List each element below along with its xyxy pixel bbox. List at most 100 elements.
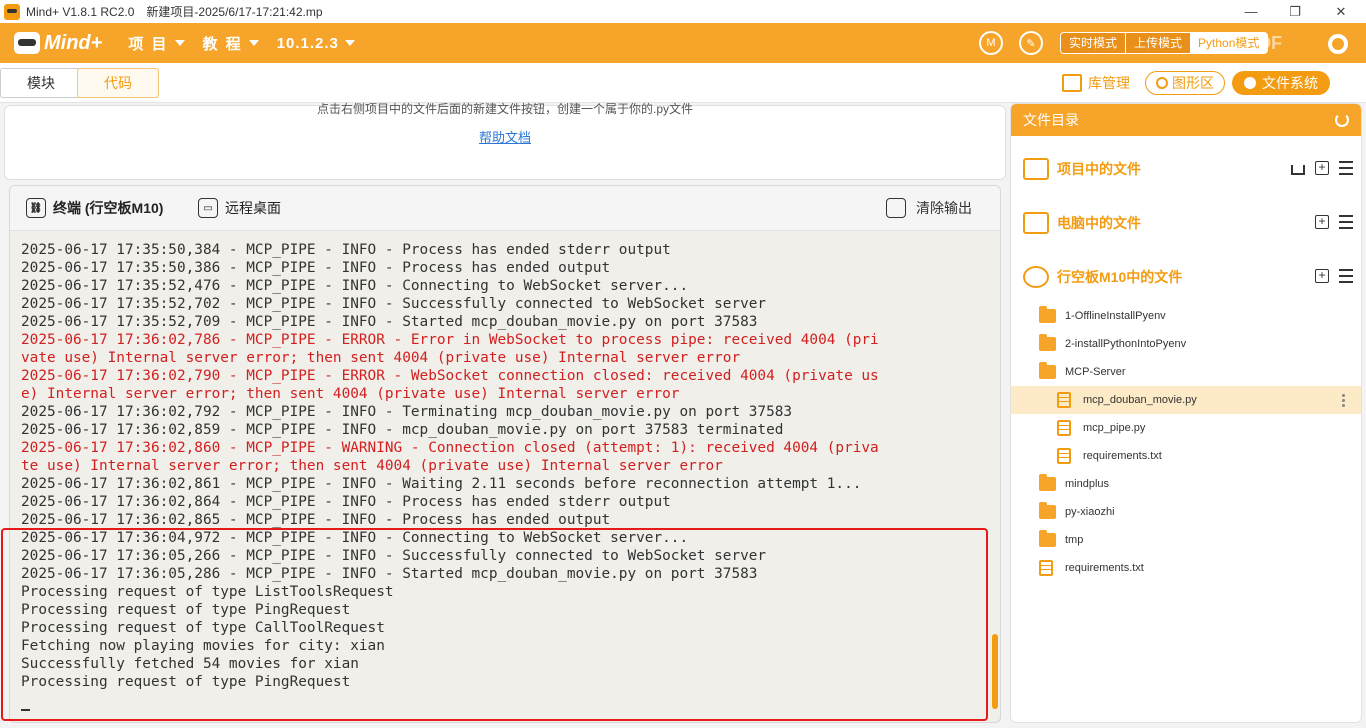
terminal-line: 2025-06-17 17:35:52,709 - MCP_PIPE - INF… — [21, 314, 758, 330]
tree-item[interactable]: mcp_pipe.py — [1011, 414, 1361, 442]
gear-icon[interactable] — [1328, 34, 1348, 54]
scrollbar-thumb[interactable] — [992, 634, 998, 709]
tree-item[interactable]: 1-OfflineInstallPyenv — [1011, 302, 1361, 330]
upload-icon[interactable] — [1291, 165, 1305, 175]
board-icon[interactable]: M — [979, 31, 1003, 55]
tree-item[interactable]: tmp — [1011, 526, 1361, 554]
menu-icon[interactable] — [1339, 215, 1353, 229]
menu-project[interactable]: 项 目 — [128, 33, 185, 54]
terminal-line: 2025-06-17 17:36:05,266 - MCP_PIPE - INF… — [21, 548, 767, 564]
new-file-icon[interactable]: + — [1315, 215, 1329, 229]
terminal-line: Processing request of type CallToolReque… — [21, 620, 385, 636]
section-board-files[interactable]: 行空板M10中的文件 + — [1011, 257, 1361, 297]
section-project-files[interactable]: 项目中的文件 + — [1011, 149, 1361, 189]
folder-icon — [1039, 334, 1056, 351]
tree-item-label: 2-installPythonIntoPyenv — [1065, 338, 1187, 350]
view-bar: 模块 代码 库管理 图形区 文件系统 — [0, 63, 1366, 103]
terminal-panel: ⛓ 终端 (行空板M10) ▭ 远程桌面 清除输出 2025-06-17 17:… — [9, 185, 1001, 723]
tree-item[interactable]: mindplus — [1011, 470, 1361, 498]
chevron-down-icon — [174, 40, 185, 46]
realtime-mode-button[interactable]: 实时模式 — [1061, 33, 1126, 53]
monitor-icon — [1023, 212, 1049, 234]
terminal-line: te use) Internal server error; then sent… — [21, 458, 723, 474]
file-icon — [1039, 560, 1053, 576]
terminal-line: 2025-06-17 17:36:02,790 - MCP_PIPE - ERR… — [21, 368, 879, 384]
terminal-line: 2025-06-17 17:36:05,286 - MCP_PIPE - INF… — [21, 566, 758, 582]
terminal-line: 2025-06-17 17:35:52,702 - MCP_PIPE - INF… — [21, 296, 767, 312]
list-icon — [1023, 158, 1049, 180]
tab-terminal[interactable]: ⛓ 终端 (行空板M10) — [26, 198, 163, 218]
tree-item-label: mindplus — [1065, 478, 1110, 490]
terminal-line: 2025-06-17 17:35:52,476 - MCP_PIPE - INF… — [21, 278, 689, 294]
edit-icon[interactable]: ✎ — [1019, 31, 1043, 55]
check-icon — [1244, 77, 1256, 89]
file-system-label: 文件系统 — [1262, 75, 1318, 91]
file-system-button[interactable]: 文件系统 — [1232, 71, 1330, 95]
tab-remote-desktop[interactable]: ▭ 远程桌面 — [198, 198, 281, 218]
library-button[interactable]: 库管理 — [1062, 71, 1130, 95]
section-computer-files[interactable]: 电脑中的文件 + — [1011, 203, 1361, 243]
terminal-line: Processing request of type PingRequest — [21, 674, 351, 690]
file-directory-panel: 文件目录 项目中的文件 + 电脑中的文件 + 行空板M10中的文件 + 1-Of… — [1010, 103, 1362, 723]
upload-mode-button[interactable]: 上传模式 — [1125, 33, 1191, 53]
code-editor[interactable]: 点击右侧项目中的文件后面的新建文件按钮，创建一个属于你的.py文件 帮助文档 — [4, 102, 1006, 180]
terminal-line: 2025-06-17 17:36:02,786 - MCP_PIPE - ERR… — [21, 332, 879, 348]
tree-item[interactable]: py-xiaozhi — [1011, 498, 1361, 526]
terminal-line: 2025-06-17 17:36:02,864 - MCP_PIPE - INF… — [21, 494, 671, 510]
terminal-cursor — [21, 697, 981, 716]
terminal-line: vate use) Internal server error; then se… — [21, 350, 741, 366]
clear-output-button[interactable]: 清除输出 — [886, 198, 972, 218]
maximize-icon[interactable]: ❐ — [1272, 0, 1318, 23]
tree-item[interactable]: requirements.txt — [1011, 442, 1361, 470]
terminal-line: 2025-06-17 17:36:02,859 - MCP_PIPE - INF… — [21, 422, 784, 438]
menu-icon[interactable] — [1339, 161, 1353, 175]
tree-item[interactable]: requirements.txt — [1011, 554, 1361, 582]
tab-terminal-label: 终端 (行空板M10) — [53, 200, 164, 216]
mode-switch: 实时模式 上传模式 Python模式 — [1060, 32, 1269, 54]
terminal-line: 2025-06-17 17:36:02,865 - MCP_PIPE - INF… — [21, 512, 611, 528]
tree-item[interactable]: 2-installPythonIntoPyenv — [1011, 330, 1361, 358]
close-icon[interactable]: ✕ — [1318, 0, 1364, 23]
menu-tutorial[interactable]: 教 程 — [203, 33, 259, 54]
tree-item-label: tmp — [1065, 534, 1084, 546]
new-file-icon[interactable]: + — [1315, 161, 1329, 175]
terminal-output[interactable]: 2025-06-17 17:35:50,384 - MCP_PIPE - INF… — [21, 241, 981, 721]
clear-output-label: 清除输出 — [916, 200, 972, 216]
folder-icon — [1039, 474, 1056, 491]
menu-device-ip[interactable]: 10.1.2.3 — [277, 35, 355, 52]
terminal-line: 2025-06-17 17:35:50,386 - MCP_PIPE - INF… — [21, 260, 611, 276]
mindplus-logo: Mind+ — [14, 32, 102, 55]
app-icon — [4, 3, 20, 20]
tree-item[interactable]: MCP-Server — [1011, 358, 1361, 386]
menu-icon[interactable] — [1339, 269, 1353, 283]
refresh-icon[interactable] — [1335, 113, 1349, 127]
tree-item-label: requirements.txt — [1083, 450, 1162, 462]
file-directory-title: 文件目录 — [1023, 112, 1079, 128]
chevron-down-icon — [344, 40, 355, 46]
minimize-icon[interactable]: — — [1228, 0, 1274, 23]
shape-area-button[interactable]: 图形区 — [1145, 71, 1225, 95]
target-icon — [1156, 77, 1168, 89]
more-options-icon[interactable] — [1342, 393, 1345, 407]
terminal-line: Fetching now playing movies for city: xi… — [21, 638, 385, 654]
main-toolbar: Mind+ 项 目 教 程 10.1.2.3 M ✎ 实时模式 上传模式 Pyt… — [0, 23, 1366, 63]
library-icon — [1062, 74, 1082, 92]
tab-remote-label: 远程桌面 — [225, 200, 281, 216]
menu-device-ip-label: 10.1.2.3 — [276, 34, 339, 52]
monitor-icon: ▭ — [198, 198, 218, 218]
python-mode-button[interactable]: Python模式 — [1190, 33, 1268, 53]
new-file-icon[interactable]: + — [1315, 269, 1329, 283]
folder-open-icon — [1039, 362, 1056, 379]
folder-icon — [1039, 502, 1056, 519]
title-bar: Mind+ V1.8.1 RC2.0 新建项目-2025/6/17-17:21:… — [0, 0, 1366, 23]
folder-icon — [1039, 306, 1056, 323]
help-link[interactable]: 帮助文档 — [5, 127, 1005, 146]
tree-item-label: MCP-Server — [1065, 366, 1126, 378]
tree-item-label: 1-OfflineInstallPyenv — [1065, 310, 1166, 322]
watermark: DF — [1258, 33, 1282, 53]
tab-code[interactable]: 代码 — [77, 68, 159, 98]
tab-blocks[interactable]: 模块 — [0, 68, 82, 98]
logo-text: Mind+ — [44, 31, 103, 54]
editor-hint: 点击右侧项目中的文件后面的新建文件按钮，创建一个属于你的.py文件 — [316, 102, 693, 116]
tree-item[interactable]: mcp_douban_movie.py — [1011, 386, 1361, 414]
